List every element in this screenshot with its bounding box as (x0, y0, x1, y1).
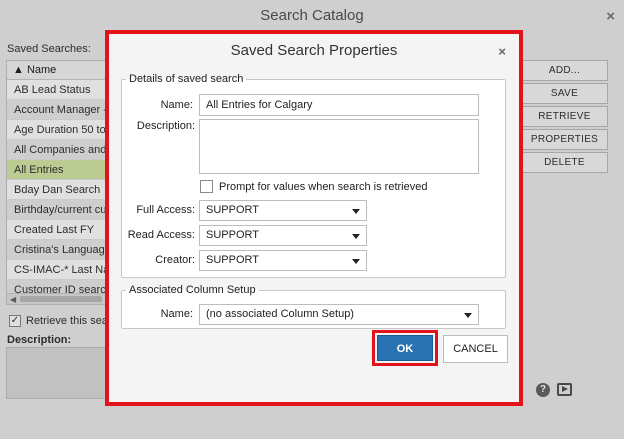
column-setup-select[interactable]: (no associated Column Setup) (199, 304, 479, 325)
description-input[interactable] (199, 119, 479, 174)
prompt-checkbox[interactable] (200, 180, 213, 193)
full-access-value: SUPPORT (206, 204, 259, 216)
chevron-down-icon (352, 234, 360, 239)
saved-search-properties-dialog: Saved Search Properties × Details of sav… (105, 30, 523, 406)
creator-label: Creator: (155, 254, 195, 266)
name-input[interactable] (199, 94, 479, 116)
read-access-value: SUPPORT (206, 229, 259, 241)
description-label: Description: (136, 120, 195, 132)
ok-button[interactable]: OK (377, 335, 433, 361)
creator-select[interactable]: SUPPORT (199, 250, 367, 271)
read-access-select[interactable]: SUPPORT (199, 225, 367, 246)
full-access-select[interactable]: SUPPORT (199, 200, 367, 221)
chevron-down-icon (352, 259, 360, 264)
name-label: Name: (160, 99, 193, 111)
chevron-down-icon (464, 313, 472, 318)
dialog-title: Saved Search Properties (230, 42, 398, 59)
column-name-label: Name: (160, 308, 193, 320)
dialog-close-icon[interactable]: × (498, 44, 506, 59)
prompt-label: Prompt for values when search is retriev… (219, 181, 428, 193)
creator-value: SUPPORT (206, 254, 259, 266)
chevron-down-icon (352, 209, 360, 214)
full-access-label: Full Access: (136, 204, 195, 216)
cancel-button[interactable]: CANCEL (443, 335, 508, 363)
read-access-label: Read Access: (127, 229, 195, 241)
details-legend: Details of saved search (129, 73, 244, 85)
column-setup-value: (no associated Column Setup) (206, 308, 354, 320)
column-setup-legend: Associated Column Setup (129, 284, 256, 296)
